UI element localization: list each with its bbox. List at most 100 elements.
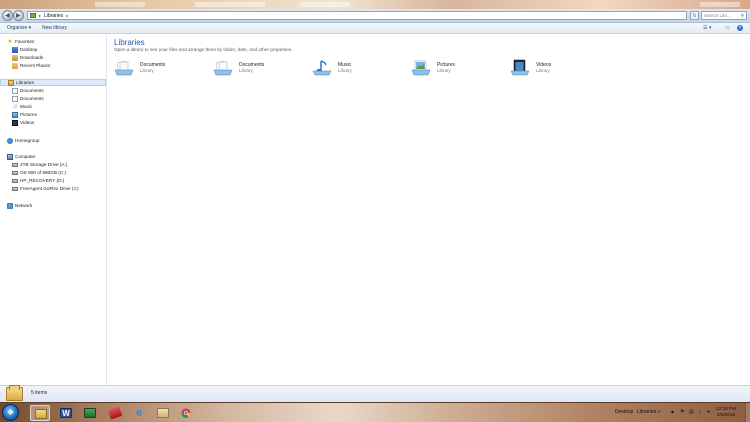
library-tile-music[interactable]: Music Library: [312, 58, 408, 78]
nav-drive-a[interactable]: 2TB Storage Drive (A:): [12, 161, 67, 168]
taskbar-folder[interactable]: [153, 405, 173, 421]
network-tray-icon[interactable]: ▤: [689, 409, 694, 415]
view-options-icon[interactable]: ☰ ▾: [703, 25, 711, 31]
homegroup-icon: [7, 137, 13, 144]
address-bar[interactable]: ▸ Libraries ▸: [27, 11, 687, 20]
organize-button[interactable]: Organize ▾: [7, 25, 31, 31]
nav-homegroup-label: Homegroup: [15, 138, 40, 143]
search-placeholder: Search Libr...: [704, 13, 731, 18]
background-window-tab[interactable]: [300, 2, 350, 7]
library-tile-videos[interactable]: Videos Library: [510, 58, 606, 78]
nav-documents[interactable]: Documents: [12, 95, 44, 102]
window-title-strip: [0, 0, 750, 9]
pictures-icon: [12, 111, 18, 118]
nav-homegroup[interactable]: Homegroup: [7, 137, 40, 144]
taskbar-chrome[interactable]: [176, 405, 196, 421]
nav-pictures[interactable]: Pictures: [12, 111, 37, 118]
taskbar-explorer[interactable]: [30, 405, 50, 421]
drive-icon: [12, 178, 18, 183]
refresh-button[interactable]: ↻: [690, 11, 699, 20]
drive-icon: [12, 186, 18, 191]
clock[interactable]: 12:38 PM 2/5/2019: [716, 406, 736, 418]
help-button[interactable]: ?: [737, 25, 743, 31]
forward-button[interactable]: ▶: [13, 10, 24, 21]
taskbar-network-app[interactable]: [80, 405, 100, 421]
videos-library-icon: [510, 59, 530, 76]
libraries-icon: [8, 79, 14, 86]
library-type: Library: [536, 68, 550, 73]
back-button[interactable]: ◀: [2, 10, 13, 21]
nav-documents[interactable]: Documents: [12, 87, 44, 94]
nav-computer[interactable]: Computer: [7, 153, 36, 160]
chevron-right-icon[interactable]: ▸: [66, 13, 68, 18]
nav-videos[interactable]: Videos: [12, 119, 34, 126]
nav-network[interactable]: Network: [7, 202, 32, 209]
nav-videos-label: Videos: [20, 120, 35, 125]
new-library-button[interactable]: New library: [42, 25, 67, 31]
item-count: 5 items: [31, 390, 48, 396]
videos-icon: [12, 119, 18, 126]
taskbar: ❖ W e Desktop Libraries » ▲ ⚑ ▤ ♫ ● 12:3…: [0, 402, 750, 422]
pictures-library-icon: [411, 60, 431, 76]
library-type: Library: [140, 68, 154, 73]
details-pane: 5 items: [0, 385, 750, 402]
taskbar-word[interactable]: W: [56, 405, 76, 421]
library-tile-documents[interactable]: Documents Library: [213, 58, 309, 78]
start-button[interactable]: ❖: [2, 404, 19, 421]
nav-music-label: Music: [20, 104, 33, 109]
word-icon: W: [60, 408, 72, 418]
tray-app-icon[interactable]: ●: [707, 409, 710, 415]
organize-label: Organize: [7, 25, 28, 31]
taskbar-app-red[interactable]: [105, 405, 125, 421]
libraries-toolbar-label[interactable]: Libraries »: [637, 409, 660, 415]
nav-downloads-label: Downloads: [20, 55, 44, 60]
search-icon: ⚲: [740, 13, 744, 18]
nav-recent-places-label: Recent Places: [20, 63, 51, 68]
back-arrow-icon: ◀: [5, 13, 10, 19]
window-controls[interactable]: [700, 2, 740, 7]
nav-drive-c[interactable]: OS 800 of 980GB (C:): [12, 169, 66, 176]
library-tile-pictures[interactable]: Pictures Library: [411, 58, 507, 78]
breadcrumb-libraries[interactable]: Libraries: [44, 13, 63, 19]
nav-drive-d[interactable]: HP_RECOVERY (D:): [12, 177, 64, 184]
libraries-toolbar-text: Libraries: [637, 409, 657, 415]
downloads-icon: [12, 54, 18, 61]
volume-icon[interactable]: ♫: [698, 409, 702, 415]
folder-icon: [35, 409, 47, 419]
recent-places-icon: [12, 62, 18, 69]
nav-pictures-label: Pictures: [20, 112, 37, 117]
documents-icon: [12, 95, 18, 102]
nav-music[interactable]: ♫ Music: [12, 103, 33, 110]
network-app-icon: [84, 408, 96, 418]
nav-drive-j[interactable]: FreeAgent GoFlex Drive (J:): [12, 185, 79, 192]
nav-documents-label: Documents: [20, 88, 44, 93]
nav-drive-d-label: HP_RECOVERY (D:): [20, 178, 65, 183]
nav-downloads[interactable]: Downloads: [12, 54, 43, 61]
nav-drive-a-label: 2TB Storage Drive (A:): [20, 162, 68, 167]
nav-desktop[interactable]: Desktop: [12, 46, 37, 53]
chrome-icon: [181, 408, 191, 418]
nav-desktop-label: Desktop: [20, 47, 38, 52]
network-icon: [7, 202, 13, 209]
nav-libraries-label: Libraries: [16, 80, 34, 85]
background-window-tab[interactable]: [95, 2, 145, 7]
taskbar-internet-explorer[interactable]: e: [129, 405, 149, 421]
drive-icon: [12, 170, 18, 175]
nav-libraries[interactable]: Libraries: [0, 79, 106, 86]
nav-recent-places[interactable]: Recent Places: [12, 62, 50, 69]
flag-icon[interactable]: ⚑: [680, 409, 684, 415]
show-hidden-icons-chevron-icon[interactable]: ▲: [670, 409, 675, 415]
desktop-toolbar-label[interactable]: Desktop: [615, 409, 633, 415]
command-bar: Organize ▾ New library ☰ ▾ ▭ ?: [0, 23, 750, 34]
chevron-right-icon[interactable]: ▸: [39, 13, 41, 18]
libraries-icon: [30, 13, 36, 18]
background-window-tab[interactable]: [195, 2, 265, 7]
nav-drive-c-label: OS 800 of 980GB (C:): [20, 170, 67, 175]
preview-pane-icon[interactable]: ▭: [725, 25, 730, 31]
search-input[interactable]: Search Libr... ⚲: [701, 11, 747, 20]
page-title: Libraries: [114, 38, 145, 47]
nav-favorites[interactable]: ★ Favorites: [7, 38, 34, 45]
show-desktop-button[interactable]: [745, 403, 750, 422]
navigation-bar: ◀ ▶ ▸ Libraries ▸ ↻ Search Libr... ⚲: [0, 9, 750, 23]
library-tile-documents[interactable]: Documents Library: [114, 58, 210, 78]
